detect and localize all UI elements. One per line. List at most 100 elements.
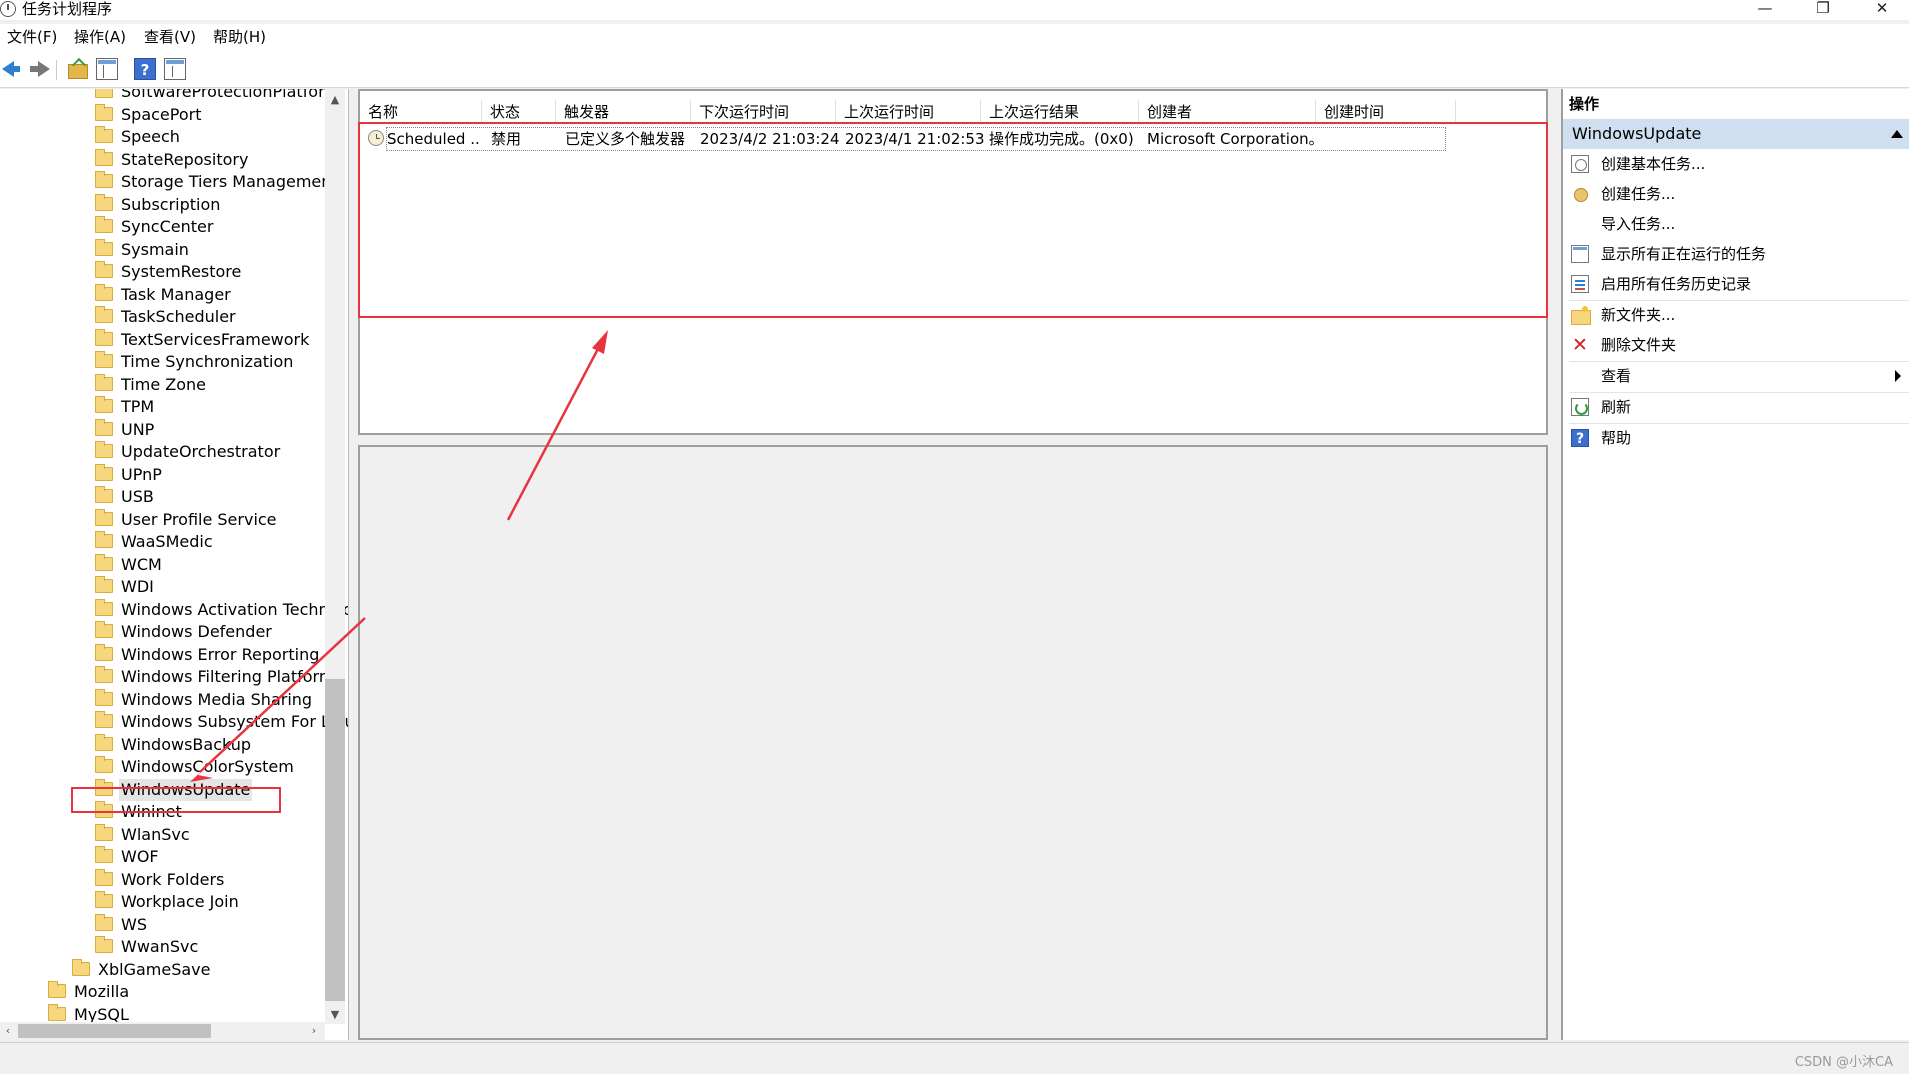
task-clock-icon (368, 130, 384, 146)
action-show-running-tasks[interactable]: 显示所有正在运行的任务 (1563, 241, 1909, 269)
toolbar-divider (56, 60, 57, 80)
action-label: 创建基本任务... (1601, 155, 1706, 173)
task-list-pane: 名称 状态 触发器 下次运行时间 上次运行时间 上次运行结果 创建者 创建时间 … (358, 89, 1548, 435)
menu-file[interactable]: 文件(F) (7, 27, 57, 47)
scroll-left-arrow-icon[interactable]: ‹ (0, 1022, 16, 1040)
action-label: 启用所有任务历史记录 (1601, 275, 1752, 293)
folder-icon (95, 171, 113, 188)
tree-item-label: Windows Filtering Platform (121, 667, 335, 686)
cell-trigger: 已定义多个触发器 (565, 130, 686, 148)
action-label: 刷新 (1601, 398, 1632, 416)
folder-icon (95, 239, 113, 256)
col-header-next-run[interactable]: 下次运行时间 (691, 100, 836, 124)
folder-icon (95, 576, 113, 593)
action-create-task[interactable]: 创建任务... (1563, 181, 1909, 209)
tree-item-label: UNP (121, 420, 155, 439)
task-scheduler-icon (0, 1, 16, 17)
tree-item-label: Windows Activation Technolo (121, 600, 349, 619)
tree-item-label: WwanSvc (121, 937, 199, 956)
tree-item-label: WCM (121, 555, 162, 574)
tree-item-label: WindowsBackup (121, 735, 252, 754)
folder-icon (48, 981, 66, 998)
col-header-created[interactable]: 创建时间 (1316, 100, 1456, 124)
tree-horizontal-scrollbar[interactable]: ‹ › (0, 1022, 325, 1040)
maximize-button[interactable]: ❐ (1803, 0, 1843, 20)
menu-view[interactable]: 查看(V) (144, 27, 196, 47)
action-enable-history[interactable]: 启用所有任务历史记录 (1563, 271, 1909, 299)
action-create-basic-task[interactable]: 创建基本任务... (1563, 151, 1909, 179)
folder-icon (95, 216, 113, 233)
folder-icon (95, 486, 113, 503)
action-label: 查看 (1601, 367, 1632, 385)
action-help[interactable]: ? 帮助 (1563, 425, 1909, 453)
folder-icon (72, 959, 90, 976)
action-label: 帮助 (1601, 429, 1632, 447)
action-new-folder[interactable]: 新文件夹... (1563, 302, 1909, 330)
minimize-button[interactable]: — (1745, 0, 1785, 20)
col-header-author[interactable]: 创建者 (1139, 100, 1316, 124)
cell-next-run: 2023/4/2 21:03:24 (700, 130, 840, 148)
actions-header: 操作 (1569, 95, 1600, 113)
scrollbar-thumb[interactable] (18, 1024, 211, 1038)
action-view[interactable]: 查看 (1563, 363, 1909, 391)
actions-section-windowsupdate[interactable]: WindowsUpdate (1563, 119, 1909, 149)
scrollbar-thumb[interactable] (325, 679, 345, 1001)
action-delete-folder[interactable]: ✕ 删除文件夹 (1563, 332, 1909, 360)
col-header-name[interactable]: 名称 (360, 100, 482, 124)
action-label: 新文件夹... (1601, 306, 1676, 324)
action-refresh[interactable]: 刷新 (1563, 394, 1909, 422)
collapse-caret-icon[interactable] (1891, 130, 1903, 138)
tree-item-label: Time Synchronization (121, 352, 294, 371)
tree-item-label: User Profile Service (121, 510, 277, 529)
scroll-up-arrow-icon[interactable]: ▲ (325, 91, 345, 109)
help-icon[interactable]: ? (134, 58, 156, 80)
tree-item-label: Subscription (121, 195, 221, 214)
scroll-down-arrow-icon[interactable]: ▼ (325, 1006, 345, 1024)
tree-item-label: Workplace Join (121, 892, 239, 911)
folder-icon (95, 89, 113, 98)
col-header-last-result[interactable]: 上次运行结果 (981, 100, 1139, 124)
tree-item-label: Time Zone (121, 375, 206, 394)
menu-help[interactable]: 帮助(H) (213, 27, 266, 47)
action-label: 显示所有正在运行的任务 (1601, 245, 1767, 263)
tree-vertical-scrollbar[interactable]: ▲ ▼ (325, 89, 345, 1024)
folder-icon (95, 284, 113, 301)
tree-item-label: TextServicesFramework (121, 330, 310, 349)
action-import-task[interactable]: 导入任务... (1563, 211, 1909, 239)
tree-item-label: TaskScheduler (121, 307, 236, 326)
toolbar: ? (0, 50, 1909, 88)
forward-icon[interactable] (28, 58, 50, 80)
menu-action[interactable]: 操作(A) (74, 27, 126, 47)
back-icon[interactable] (0, 58, 22, 80)
tree-item-label: Speech (121, 127, 180, 146)
tree-item-label: UPnP (121, 465, 162, 484)
task-table-header: 名称 状态 触发器 下次运行时间 上次运行时间 上次运行结果 创建者 创建时间 (360, 100, 1546, 124)
window-title: 任务计划程序 (22, 0, 113, 18)
close-button[interactable]: ✕ (1862, 0, 1902, 20)
tree-item-label: SystemRestore (121, 262, 242, 281)
submenu-arrow-icon (1895, 370, 1901, 382)
tree-item-label: WlanSvc (121, 825, 190, 844)
action-label: 删除文件夹 (1601, 336, 1677, 354)
show-hide-action-pane-icon[interactable] (164, 58, 186, 80)
status-bar: CSDN @小沐CA (0, 1042, 1909, 1074)
tree-item-label: SoftwareProtectionPlatform (121, 89, 340, 101)
table-row[interactable]: Scheduled ... 禁用 已定义多个触发器 2023/4/2 21:03… (386, 127, 1446, 151)
col-header-status[interactable]: 状态 (482, 100, 556, 124)
tree-item-label: Mozilla (74, 982, 130, 1001)
task-detail-pane (358, 445, 1548, 1040)
tree-item-label: Wininet (121, 802, 182, 821)
scroll-right-arrow-icon[interactable]: › (306, 1022, 322, 1040)
tree-item-label: Work Folders (121, 870, 225, 889)
tree-item-label: UpdateOrchestrator (121, 442, 281, 461)
refresh-icon (1571, 398, 1589, 416)
tree-item-label: Windows Error Reporting (121, 645, 320, 664)
show-hide-console-tree-icon[interactable] (96, 58, 118, 80)
folder-icon (95, 711, 113, 728)
col-header-last-run[interactable]: 上次运行时间 (836, 100, 981, 124)
col-header-trigger[interactable]: 触发器 (556, 100, 691, 124)
tree-item-label: USB (121, 487, 154, 506)
folder-icon (95, 734, 113, 751)
up-folder-icon[interactable] (66, 58, 88, 80)
title-bar: 任务计划程序 — ❐ ✕ (0, 0, 1909, 20)
